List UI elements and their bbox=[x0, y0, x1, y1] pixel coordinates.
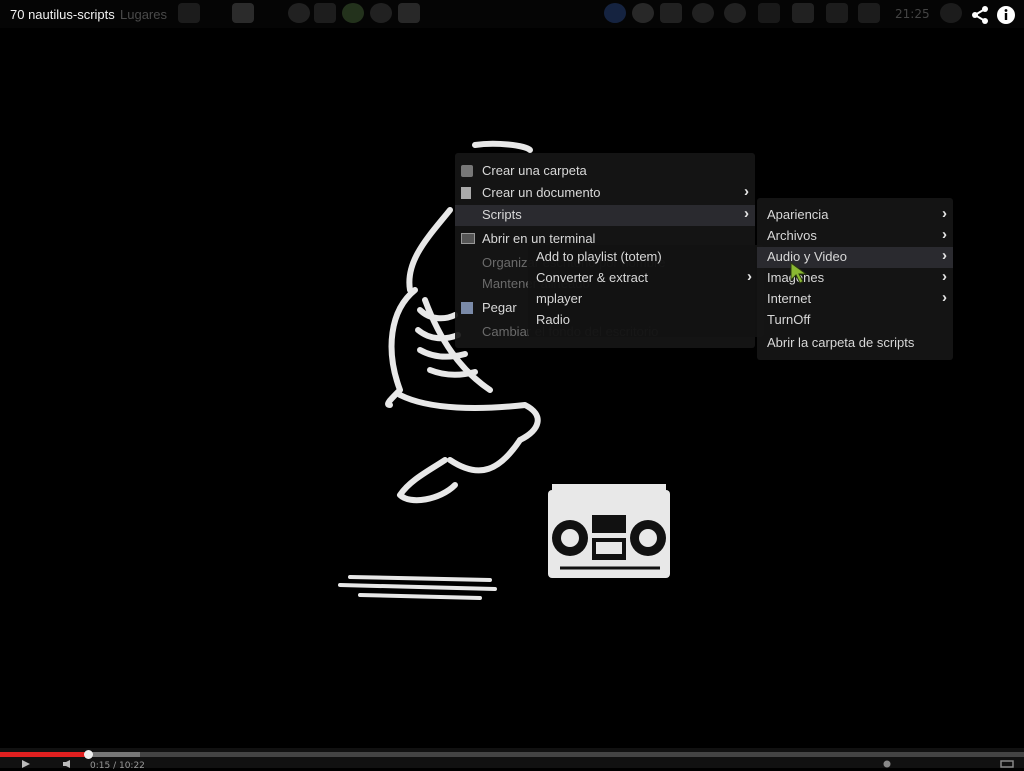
image-viewer-icon[interactable] bbox=[398, 3, 420, 23]
star-icon[interactable] bbox=[288, 3, 310, 23]
progress-knob[interactable] bbox=[84, 750, 94, 759]
video-title[interactable]: 70 nautilus-scripts bbox=[10, 7, 115, 22]
folder-icon bbox=[461, 165, 473, 177]
chevron-right-icon: › bbox=[942, 247, 947, 264]
audio-video-submenu: Add to playlist (totem) Converter & extr… bbox=[528, 245, 764, 337]
scripts-submenu: Apariencia › Archivos › Audio y Video › … bbox=[757, 198, 953, 360]
menu-item-scripts[interactable]: Scripts › bbox=[455, 205, 755, 226]
top-panel: 70 nautilus-scripts Lugares 21:25 bbox=[0, 0, 1024, 28]
settings-icon[interactable] bbox=[880, 760, 894, 768]
menu-item-abrir-carpeta-scripts[interactable]: Abrir la carpeta de scripts bbox=[757, 333, 953, 354]
chevron-right-icon: › bbox=[744, 205, 749, 222]
chevron-right-icon: › bbox=[747, 268, 752, 285]
menu-item-audio-video[interactable]: Audio y Video › bbox=[757, 247, 953, 268]
menu-item-internet[interactable]: Internet › bbox=[757, 289, 953, 310]
time-readout: 0:15 / 10:22 bbox=[90, 761, 145, 771]
share-icon[interactable] bbox=[970, 5, 990, 25]
ubuntu-icon[interactable] bbox=[370, 3, 392, 23]
menu-item-archivos[interactable]: Archivos › bbox=[757, 226, 953, 247]
video-player-bar bbox=[0, 748, 1024, 768]
chevron-right-icon: › bbox=[942, 226, 947, 243]
user-icon[interactable] bbox=[940, 3, 962, 23]
terminal-icon bbox=[461, 233, 475, 244]
files-icon[interactable] bbox=[232, 3, 254, 23]
calculator-icon[interactable] bbox=[314, 3, 336, 23]
menu-item-mplayer[interactable]: mplayer bbox=[528, 289, 764, 310]
chevron-right-icon: › bbox=[942, 289, 947, 306]
places-menu[interactable]: Lugares bbox=[120, 7, 167, 22]
menu-item-converter[interactable]: Converter & extract › bbox=[528, 268, 764, 289]
menu-item-apariencia[interactable]: Apariencia › bbox=[757, 205, 953, 226]
cloud-icon[interactable] bbox=[632, 3, 654, 23]
fullscreen-icon[interactable] bbox=[1000, 760, 1014, 768]
menu-item-turnoff[interactable]: TurnOff bbox=[757, 310, 953, 331]
menu-item-radio[interactable]: Radio bbox=[528, 310, 764, 331]
app-launcher-icon[interactable] bbox=[178, 3, 200, 23]
clock[interactable]: 21:25 bbox=[895, 7, 930, 21]
info-icon[interactable] bbox=[996, 5, 1016, 25]
chevron-right-icon: › bbox=[942, 268, 947, 285]
mouse-cursor-icon bbox=[790, 262, 808, 284]
progress-track[interactable] bbox=[0, 752, 1024, 757]
chevron-right-icon: › bbox=[942, 205, 947, 222]
volume-icon[interactable] bbox=[858, 3, 880, 23]
play-icon[interactable] bbox=[20, 760, 34, 768]
progress-fill bbox=[0, 752, 89, 757]
volume-icon[interactable] bbox=[62, 760, 76, 768]
menu-item-imagenes[interactable]: Imagenes › bbox=[757, 268, 953, 289]
nasa-icon[interactable] bbox=[604, 3, 626, 23]
mail-icon[interactable] bbox=[792, 3, 814, 23]
browser-icon[interactable] bbox=[342, 3, 364, 23]
power-icon[interactable] bbox=[692, 3, 714, 23]
speed-lines bbox=[338, 575, 497, 600]
settings-icon[interactable] bbox=[724, 3, 746, 23]
paste-icon bbox=[461, 302, 473, 314]
document-icon bbox=[461, 187, 471, 199]
menu-item-crear-carpeta[interactable]: Crear una carpeta bbox=[455, 161, 755, 182]
keyboard-icon[interactable] bbox=[758, 3, 780, 23]
display-icon[interactable] bbox=[660, 3, 682, 23]
boombox-illustration bbox=[548, 484, 670, 578]
wifi-icon[interactable] bbox=[826, 3, 848, 23]
menu-item-crear-documento[interactable]: Crear un documento › bbox=[455, 183, 755, 204]
chevron-right-icon: › bbox=[744, 183, 749, 200]
menu-item-add-playlist[interactable]: Add to playlist (totem) bbox=[528, 247, 764, 268]
